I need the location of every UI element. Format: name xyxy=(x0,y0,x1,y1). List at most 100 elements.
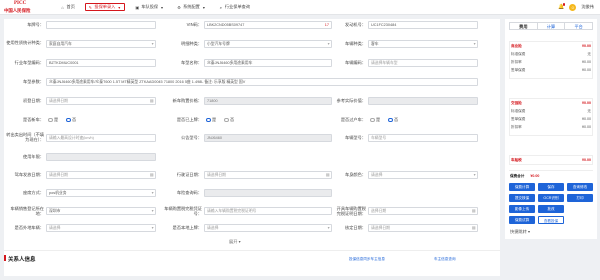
new-car-no[interactable]: 否 xyxy=(66,117,76,123)
notification-dot xyxy=(562,3,566,6)
reg-date-input[interactable]: 请选择日期 ▦ xyxy=(46,97,156,105)
chevron-down-icon: ▾ xyxy=(151,42,154,46)
section-title: 关系人信息 xyxy=(8,257,36,263)
on-road-yes[interactable]: 是 xyxy=(206,117,216,123)
owner-query-link[interactable]: 车主信息查询 xyxy=(434,257,456,262)
nav-query[interactable]: ⌕ 行业保单查询 xyxy=(216,3,252,11)
insured-city-select[interactable]: 深圳市 ▾ xyxy=(46,207,156,215)
new-plate-select[interactable]: 请选择 ▾ xyxy=(46,224,156,232)
view-policy-button[interactable]: 查看投保 xyxy=(538,216,564,224)
vin-count: 17 xyxy=(324,23,329,27)
loan-placeholder: 请选择日期 xyxy=(371,226,390,230)
tab-fee[interactable]: 费用 xyxy=(510,23,538,29)
insured-city-value: 深圳市 xyxy=(49,209,61,213)
resale-input[interactable]: 请输入最高设计时速(km/h) xyxy=(46,134,156,142)
yes-label: 是 xyxy=(376,117,381,122)
chevron-down-icon: ▾ xyxy=(473,173,476,177)
no-label: 否 xyxy=(72,117,77,122)
query-modify-button[interactable]: 查询修改 xyxy=(567,183,593,191)
print-button[interactable]: 打印 xyxy=(567,194,593,202)
new-car-yes[interactable]: 是 xyxy=(48,117,58,123)
chevron-down-icon: ▾ xyxy=(161,4,164,10)
industry-model-value: BZTKDMUC0001 xyxy=(49,61,79,65)
chevron-down-icon: ▾ xyxy=(327,226,330,230)
brand-name: 中国人民保险 xyxy=(4,7,31,13)
nav-fleet[interactable]: ▣ 车队投保 ▾ xyxy=(133,3,167,11)
fuel-placeholder: 请选择 xyxy=(371,173,383,177)
vessel-tax-card: 车船税 ¥0.00 xyxy=(509,155,593,165)
use-years-label: 使用年限： xyxy=(23,154,44,159)
params-value: 众泰JNJ6460多用途乘用车/众泰T600 1.5T MT精英型 ZTKAAD… xyxy=(49,80,246,84)
nav-entry[interactable]: ✎ 投保单录入 ▾ xyxy=(84,3,125,11)
expand-toggle[interactable]: 展开 ▾ xyxy=(229,239,241,245)
plate-model-label: 车辆型号： xyxy=(345,135,366,140)
vessel-tax-value: ¥0.00 xyxy=(582,158,591,162)
params-input[interactable]: 众泰JNJ6460多用途乘用车/众泰T600 1.5T MT精英型 ZTKAAD… xyxy=(46,78,478,86)
vehicle-form: 车牌号： VIN码： LBK2CND05BS09747 17 发动机号： UC1F… xyxy=(4,19,500,276)
cert-date-input[interactable]: 选择日期 ▦ xyxy=(368,207,478,215)
local-plate-select[interactable]: 请选择 ▾ xyxy=(204,224,332,232)
on-road-label: 是否已上牌： xyxy=(176,117,202,122)
quick-jump[interactable]: 快捷跳转 ▾ xyxy=(510,229,530,235)
insured-city-label: 车辆销售登记所在地： xyxy=(10,206,44,216)
save-button[interactable]: 保存 xyxy=(538,183,564,191)
new-price-value: 71800 xyxy=(207,99,218,103)
vehicle-code-input[interactable]: 请选择车辆车型 xyxy=(368,59,478,67)
image-upload-button[interactable]: 影像上传 xyxy=(509,205,535,213)
vehicle-type-select[interactable]: 小型汽车号牌 ▾ xyxy=(204,40,332,48)
plate-model-input[interactable]: 车辆型号 xyxy=(368,134,478,142)
row-label: 签单保费 xyxy=(511,117,526,121)
transfer-yes[interactable]: 是 xyxy=(370,117,380,123)
reg-date-label: 初登日期： xyxy=(23,98,44,103)
ocr-button[interactable]: OCR识别 xyxy=(538,194,564,202)
calendar-icon: ▦ xyxy=(471,226,476,230)
resale-placeholder: 请输入最高设计时速(km/h) xyxy=(49,136,94,140)
tab-platform[interactable]: 平台 xyxy=(565,23,592,29)
fuel-label: 车身颜色： xyxy=(345,172,366,177)
fuel-select[interactable]: 请选择 ▾ xyxy=(368,171,478,179)
plate-input[interactable] xyxy=(46,21,156,29)
first-reg-label: 驾车发放日期： xyxy=(14,172,44,177)
license-input[interactable]: 请选择日期 ▦ xyxy=(204,171,332,179)
sync-owner-link[interactable]: 投保信息同步车主信息 xyxy=(349,257,385,262)
plate-type-select[interactable]: 客车 ▾ xyxy=(368,40,478,48)
avatar[interactable]: ☺ xyxy=(569,3,577,11)
trial-calc-button[interactable]: 保费试算 xyxy=(509,216,535,224)
tax-input[interactable]: 请输入车辆购置税完税证明号 xyxy=(204,207,332,215)
on-road-no[interactable]: 否 xyxy=(224,117,234,123)
bell-icon[interactable]: 🔔 xyxy=(558,3,566,10)
vehicle-model-label: 车型名称： xyxy=(181,60,202,65)
nav-fleet-label: 车队投保 xyxy=(141,4,159,9)
nav-home[interactable]: ⌂ 首页 xyxy=(58,3,77,11)
usage-select[interactable]: 家庭自用汽车 ▾ xyxy=(46,40,156,48)
vehicle-model-input[interactable]: 众泰JNJ6460多用途乘用车 xyxy=(204,59,332,67)
total-label: 保费合计 xyxy=(510,174,525,178)
compulsory-card: 交强险 ¥0.00 标准保费 无 签单保费 ¥0.00 折扣率 ¥0.00 xyxy=(509,98,593,136)
radio-checked-icon xyxy=(206,117,211,123)
submit-underwrite-button[interactable]: 提交核保 xyxy=(509,194,535,202)
transfer-no[interactable]: 否 xyxy=(388,117,398,123)
row-value: 无 xyxy=(587,109,591,113)
radio-icon xyxy=(370,117,375,123)
industry-model-input[interactable]: BZTKDMUC0001 xyxy=(46,59,156,67)
seat-select[interactable]: pos机业务 ▾ xyxy=(46,189,156,197)
nav-config[interactable]: ⚙ 系统配置 ▾ xyxy=(175,3,209,11)
announce-label: 公告型号： xyxy=(181,135,202,140)
row-label: 折扣率 xyxy=(511,60,522,64)
announce-value: JNJ6460 xyxy=(207,136,222,140)
engine-input[interactable]: UC1FC230484 xyxy=(368,21,478,29)
loan-input[interactable]: 请选择日期 ▦ xyxy=(368,224,478,232)
first-reg-input[interactable]: 请选择日期 ▦ xyxy=(46,171,156,179)
vin-input[interactable]: LBK2CND05BS09747 17 xyxy=(204,21,332,29)
brand-top: PICC xyxy=(14,0,27,6)
calendar-icon: ▦ xyxy=(325,173,330,177)
user-name[interactable]: 沈俊伟 xyxy=(581,4,594,10)
nav-home-label: 首页 xyxy=(66,4,75,9)
premium-calc-button[interactable]: 保费计算 xyxy=(509,183,535,191)
tab-calc[interactable]: 计算 xyxy=(538,23,566,29)
new-price-label: 新车购置价格： xyxy=(172,98,202,103)
endorse-button[interactable]: 批改 xyxy=(538,205,564,213)
first-reg-placeholder: 请选择日期 xyxy=(49,173,68,177)
nav-config-label: 系统配置 xyxy=(183,4,200,9)
divider xyxy=(4,250,500,251)
